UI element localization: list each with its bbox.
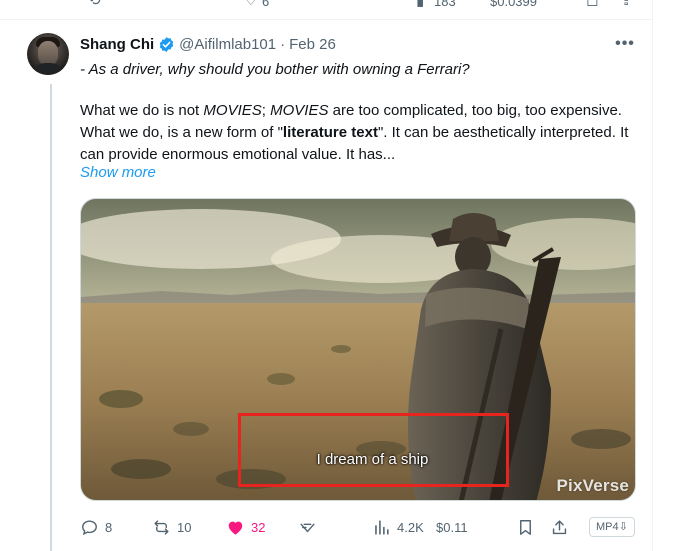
tweet-actions: 8 10 32 4.2K $0.11 MP4⇩	[80, 515, 636, 539]
more-options-button[interactable]: •••	[614, 34, 636, 54]
prev-views-count: 183	[434, 0, 456, 9]
avatar-face	[38, 41, 58, 65]
retweet-button[interactable]: 10	[152, 515, 191, 539]
like-count: 32	[251, 519, 266, 535]
views-icon[interactable]: ▮	[416, 0, 424, 9]
thread-line	[50, 84, 52, 551]
tweet-first-line: - As a driver, why should you bother wit…	[80, 61, 470, 78]
tweet-video[interactable]: I dream of a ship PixVerse	[80, 198, 636, 501]
bookmark-icon	[520, 519, 531, 535]
subtitle-highlight-box	[238, 413, 509, 487]
share-icon[interactable]: ⇪	[620, 0, 633, 9]
pixverse-watermark: PixVerse	[556, 476, 629, 495]
like-icon[interactable]: ♡	[244, 0, 257, 9]
bar-chart-icon	[375, 519, 389, 535]
author-handle[interactable]: @Aifilmlab101	[179, 36, 276, 53]
grok-button[interactable]	[298, 515, 317, 539]
share-icon	[552, 519, 567, 534]
author-name[interactable]: Shang Chi	[80, 36, 154, 53]
tip-amount: $0.11	[436, 519, 468, 535]
body-movies-1: MOVIES	[203, 102, 262, 119]
reply-count: 8	[105, 519, 113, 535]
retweet-count: 10	[177, 519, 192, 535]
bookmark-button[interactable]	[516, 515, 535, 539]
heart-filled-icon	[228, 521, 243, 535]
body-text-2: ;	[261, 102, 271, 119]
video-subtitle: I dream of a ship	[81, 451, 635, 468]
show-more-link[interactable]: Show more	[80, 164, 156, 181]
prev-like-count: 6	[262, 0, 270, 9]
grok-icon	[300, 523, 315, 533]
views-button[interactable]: 4.2K	[372, 515, 424, 539]
bookmark-icon[interactable]: ◻	[586, 0, 598, 9]
like-button[interactable]: 32	[226, 515, 265, 539]
tweet-date[interactable]: Feb 26	[289, 36, 336, 53]
tweet-header: Shang Chi @Aifilmlab101 · Feb 26	[80, 34, 336, 54]
body-movies-2: MOVIES	[270, 102, 329, 119]
tip-button[interactable]: $0.11	[436, 515, 468, 539]
mp4-download-button[interactable]: MP4⇩	[589, 517, 635, 537]
share-button[interactable]	[550, 515, 569, 539]
retweet-icon	[154, 519, 169, 535]
views-count: 4.2K	[397, 519, 424, 535]
reply-button[interactable]: 8	[80, 515, 112, 539]
reply-icon[interactable]: ⟲	[88, 0, 101, 9]
body-text-1: What we do is not	[80, 102, 204, 119]
timeline-border	[652, 0, 653, 551]
verified-badge-icon	[159, 36, 174, 52]
previous-tweet-actions: ⟲ ♡ 6 ▮ 183 $0.0399 ◻ ⇪	[0, 0, 652, 20]
subtitle-text: I dream of a ship	[316, 451, 429, 468]
body-literature-text: literature text	[282, 124, 378, 141]
reply-icon	[82, 519, 97, 535]
avatar-shoulders	[30, 63, 66, 75]
separator-dot: ·	[280, 35, 286, 53]
tweet-body: What we do is not MOVIES; MOVIES are too…	[80, 100, 640, 166]
prev-money: $0.0399	[490, 0, 537, 9]
avatar[interactable]	[27, 33, 69, 75]
